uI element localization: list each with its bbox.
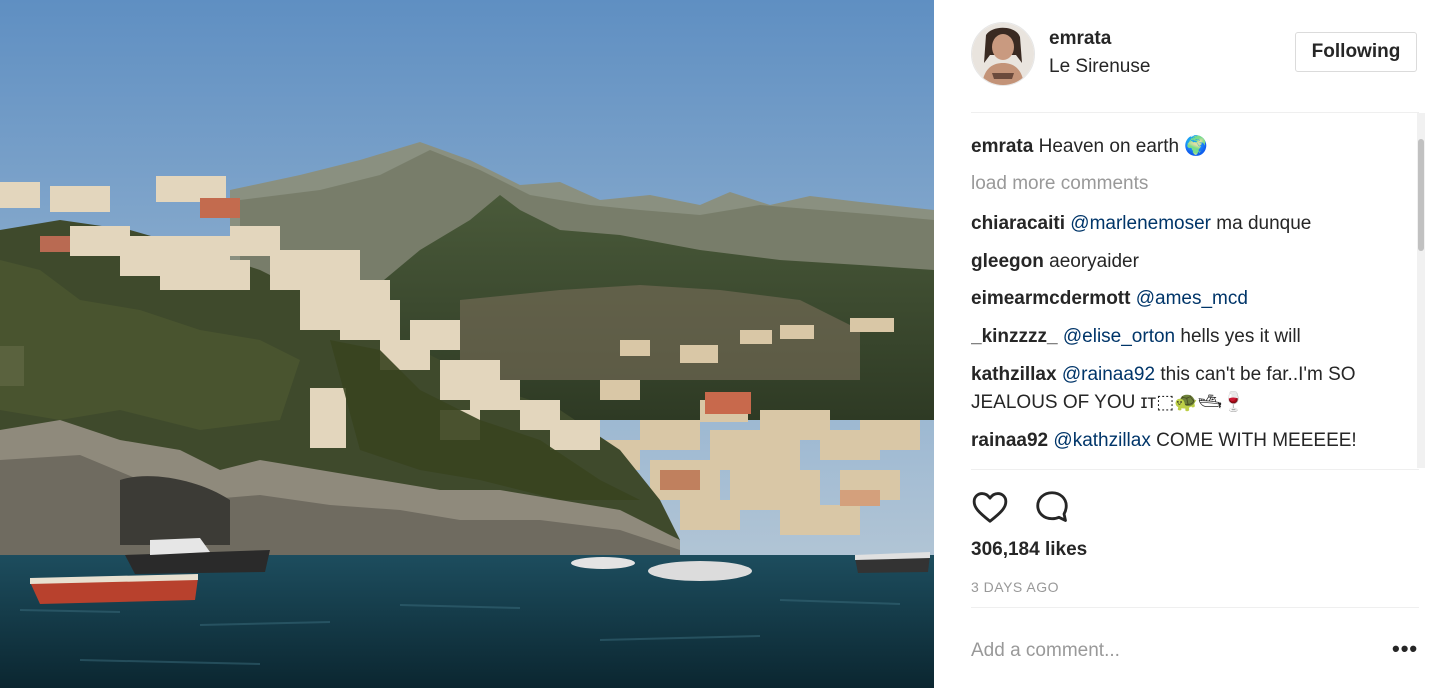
comment-item: kathzillax @rainaa92 this can't be far..… — [971, 361, 1401, 417]
comment-item: gleegon aeoryaider — [971, 248, 1401, 276]
comment-text: hells yes it will — [1180, 326, 1301, 347]
post-photo[interactable] — [0, 0, 934, 688]
comment-username[interactable]: gleegon — [971, 251, 1044, 272]
positano-landscape-image — [0, 0, 934, 688]
post-sidebar: emrata Le Sirenuse Following emrata Heav… — [934, 0, 1440, 688]
comment-item: rainaa92 @kathzillax COME WITH MEEEEE! — [971, 427, 1401, 455]
load-more-comments-link[interactable]: load more comments — [971, 173, 1148, 195]
divider — [971, 607, 1419, 608]
comment-username[interactable]: eimearmcdermott — [971, 288, 1130, 309]
caption-username[interactable]: emrata — [971, 136, 1033, 157]
comment-item: _kinzzzz_ @elise_orton hells yes it will — [971, 323, 1401, 351]
comments-scrollbar[interactable] — [1417, 113, 1425, 468]
add-comment-input[interactable]: Add a comment... — [971, 640, 1120, 662]
heart-icon[interactable] — [971, 488, 1009, 526]
comment-username[interactable]: _kinzzzz_ — [971, 326, 1058, 347]
following-button[interactable]: Following — [1295, 32, 1417, 72]
post-timestamp[interactable]: 3 DAYS AGO — [971, 579, 1059, 595]
post-header: emrata Le Sirenuse Following — [934, 0, 1440, 112]
post-location[interactable]: Le Sirenuse — [1049, 56, 1150, 78]
comment-username[interactable]: rainaa92 — [971, 430, 1048, 451]
comments-list[interactable]: emrata Heaven on earth 🌍 load more comme… — [971, 113, 1425, 468]
comment-text: COME WITH MEEEEE! — [1156, 430, 1357, 451]
instagram-post: emrata Le Sirenuse Following emrata Heav… — [0, 0, 1440, 688]
comment-mention[interactable]: @elise_orton — [1063, 326, 1175, 347]
comment-text: ma dunque — [1216, 213, 1312, 234]
comment-item: chiaracaiti @marlenemoser ma dunque — [971, 210, 1401, 238]
comment-mention[interactable]: @rainaa92 — [1062, 364, 1155, 385]
comment-mention[interactable]: @kathzillax — [1053, 430, 1150, 451]
comment-username[interactable]: kathzillax — [971, 364, 1057, 385]
comment-text: aeoryaider — [1049, 251, 1139, 272]
caption-text: Heaven on earth 🌍 — [1038, 136, 1209, 157]
avatar-image — [972, 23, 1034, 85]
avatar[interactable] — [971, 22, 1035, 86]
post-author-username[interactable]: emrata — [1049, 28, 1111, 50]
more-options-button[interactable]: ••• — [1392, 636, 1418, 662]
like-count[interactable]: 306,184 likes — [971, 539, 1087, 561]
comment-mention[interactable]: @ames_mcd — [1136, 288, 1248, 309]
comment-item: eimearmcdermott @ames_mcd — [971, 285, 1401, 313]
scrollbar-thumb[interactable] — [1418, 139, 1424, 251]
comment-username[interactable]: chiaracaiti — [971, 213, 1065, 234]
caption: emrata Heaven on earth 🌍 — [971, 133, 1401, 161]
divider — [971, 469, 1419, 470]
comment-bubble-icon[interactable] — [1033, 488, 1071, 526]
comment-mention[interactable]: @marlenemoser — [1070, 213, 1211, 234]
